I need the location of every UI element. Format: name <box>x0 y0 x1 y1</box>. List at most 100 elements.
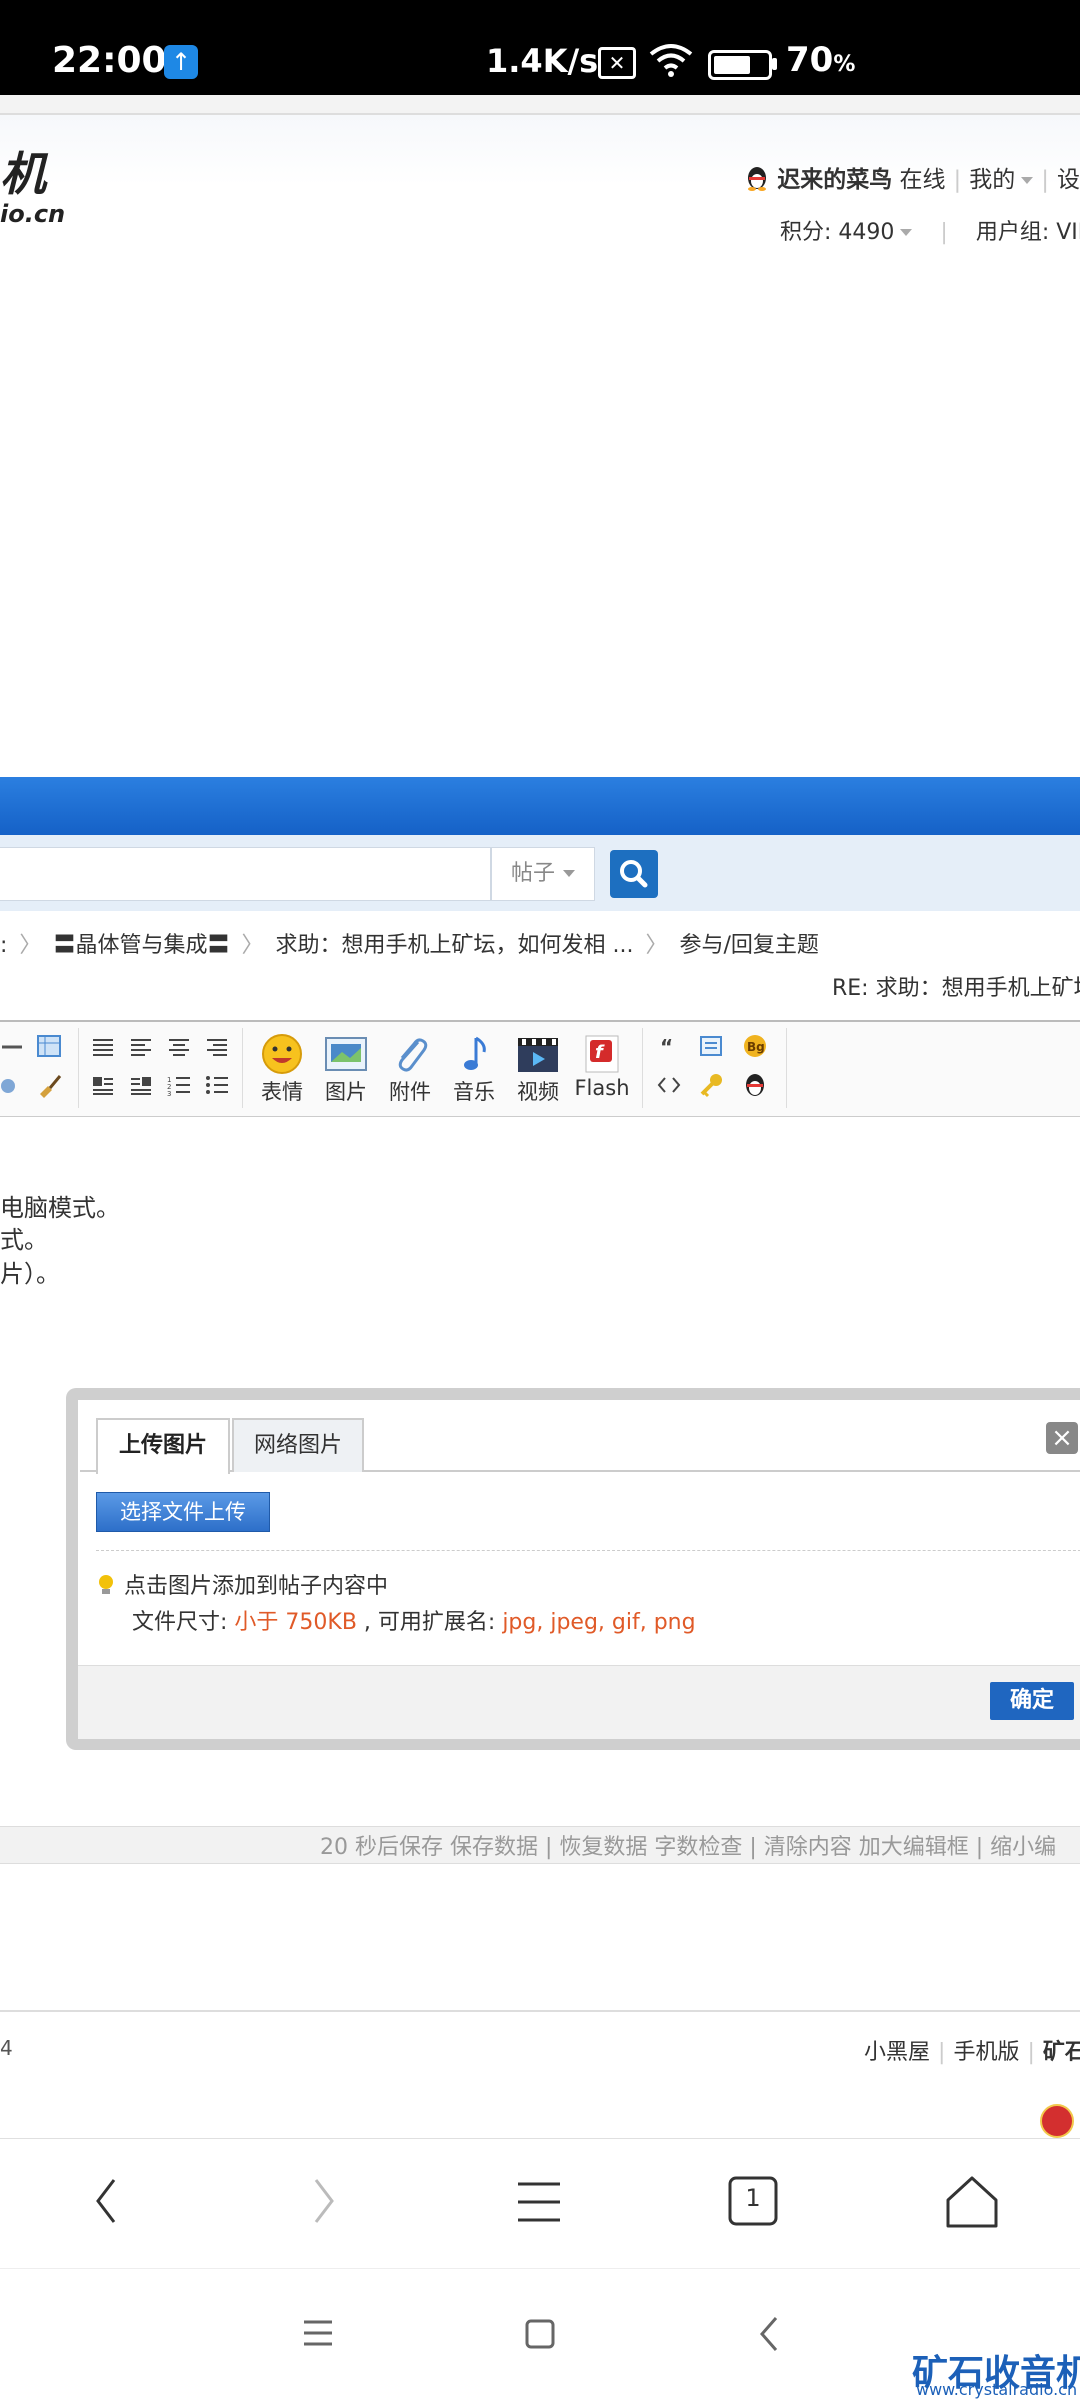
footer-links: 小黑屋 | 手机版 | 矿石 <box>864 2034 1080 2066</box>
flash-icon: f <box>572 1032 632 1076</box>
tab-upload-image[interactable]: 上传图片 <box>96 1418 230 1474</box>
image-button[interactable]: 图片 <box>316 1032 376 1106</box>
video-label: 视频 <box>517 1080 559 1104</box>
system-back-icon[interactable] <box>756 2314 780 2358</box>
attachment-button[interactable]: 附件 <box>380 1032 440 1106</box>
site-logo-domain: io.cn <box>0 200 66 228</box>
settings-gear-icon[interactable] <box>0 1074 26 1102</box>
clock: 22:00 <box>52 40 167 81</box>
align-justify-icon[interactable] <box>90 1036 116 1062</box>
breadcrumb: : 〉〓晶体管与集成〓〉求助：想用手机上矿坛，如何发相 ... 〉参与/回复主题 <box>0 927 819 959</box>
ordered-list-icon[interactable]: 123 <box>166 1074 192 1100</box>
my-menu[interactable]: 我的 <box>969 167 1015 193</box>
hr-icon[interactable] <box>0 1036 26 1062</box>
flash-button[interactable]: f Flash <box>572 1032 632 1100</box>
align-right-icon[interactable] <box>204 1036 230 1062</box>
music-label: 音乐 <box>453 1080 495 1104</box>
menu-icon[interactable] <box>516 2180 562 2228</box>
size-label: 文件尺寸: <box>132 1610 235 1635</box>
divider <box>96 1550 1080 1551</box>
emoji-button[interactable]: 表情 <box>252 1032 312 1106</box>
choose-file-upload-button[interactable]: 选择文件上传 <box>96 1492 270 1532</box>
hide-content-key-icon[interactable] <box>698 1072 726 1102</box>
settings-link[interactable]: 设 <box>1057 167 1080 193</box>
attachment-label: 附件 <box>389 1080 431 1104</box>
battery-icon <box>708 50 772 80</box>
chevron-down-icon <box>1021 177 1034 184</box>
main-nav-bar <box>0 777 1080 835</box>
search-input[interactable] <box>0 847 491 901</box>
emoji-label: 表情 <box>261 1080 303 1104</box>
search-button[interactable] <box>610 850 658 898</box>
free-block-icon[interactable] <box>698 1034 724 1062</box>
align-left-icon[interactable] <box>128 1036 154 1062</box>
top-band <box>0 95 1080 115</box>
footer-brand[interactable]: 矿石 <box>1043 2040 1080 2065</box>
usergroup-link[interactable]: 用户组: VIP会 <box>976 220 1080 245</box>
forward-icon[interactable] <box>308 2176 338 2230</box>
wifi-icon <box>648 42 694 87</box>
svg-text:3: 3 <box>167 1090 171 1096</box>
editor-text-line[interactable]: 片）。 <box>0 1254 60 1289</box>
image-label: 图片 <box>325 1080 367 1104</box>
editor-text-line[interactable]: 电脑模式。 <box>0 1188 120 1223</box>
svg-text:Bg: Bg <box>747 1040 765 1054</box>
size-value: 小于 750KB <box>234 1610 357 1635</box>
tabs-button[interactable]: 1 <box>728 2176 778 2226</box>
table-icon[interactable] <box>36 1034 62 1062</box>
status-bar: 22:00 ↑ 1.4K/s ✕ 70% <box>0 0 1080 95</box>
recents-menu-icon[interactable] <box>302 2318 334 2352</box>
tab-count: 1 <box>745 2184 761 2212</box>
network-speed: 1.4K/s <box>486 42 599 80</box>
editor-text-line[interactable]: 式。 <box>0 1220 48 1255</box>
confirm-button[interactable]: 确定 <box>990 1682 1074 1720</box>
upload-arrow-icon: ↑ <box>164 45 198 79</box>
username-link[interactable]: 迟来的菜鸟 <box>777 167 892 193</box>
breadcrumb-thread[interactable]: 求助：想用手机上矿坛，如何发相 ... <box>275 933 633 958</box>
chevron-down-icon <box>563 870 575 877</box>
breadcrumb-item[interactable]: : <box>0 933 7 958</box>
qq-penguin-icon <box>743 163 771 191</box>
background-color-icon[interactable]: Bg <box>742 1034 768 1062</box>
search-type-select[interactable]: 帖子 <box>491 847 595 901</box>
tab-network-image[interactable]: 网络图片 <box>232 1418 364 1472</box>
unordered-list-icon[interactable] <box>204 1074 230 1100</box>
smiley-icon <box>252 1032 312 1076</box>
site-logo[interactable]: 机 <box>0 138 46 204</box>
online-status[interactable]: 在线 <box>900 167 946 193</box>
footer-link-blacklist[interactable]: 小黑屋 <box>864 2040 930 2065</box>
paperclip-icon <box>380 1032 440 1076</box>
upload-tip-text: 点击图片添加到帖子内容中 <box>124 1574 389 1599</box>
editor-actions[interactable]: 20 秒后保存 保存数据 | 恢复数据 字数检查 | 清除内容 加大编辑框 | … <box>320 1829 1056 1861</box>
quote-icon[interactable]: “ <box>656 1035 682 1062</box>
back-icon[interactable] <box>92 2176 122 2230</box>
no-sim-icon: ✕ <box>598 47 636 79</box>
footer-link-mobile[interactable]: 手机版 <box>953 2040 1019 2065</box>
user-bar: 迟来的菜鸟 在线 | 我的 | 设 <box>743 160 1080 194</box>
video-button[interactable]: 视频 <box>508 1032 568 1106</box>
footer-text: 4 <box>0 2036 13 2060</box>
clapperboard-icon <box>508 1032 568 1076</box>
police-badge-icon[interactable] <box>1040 2104 1074 2138</box>
reply-title: RE: 求助：想用手机上矿坛 <box>832 976 1080 1001</box>
float-left-icon[interactable] <box>90 1074 116 1100</box>
chevron-right-icon: 〉 <box>241 933 264 958</box>
align-center-icon[interactable] <box>166 1036 192 1062</box>
divider: | <box>938 2040 946 2065</box>
float-right-icon[interactable] <box>128 1074 154 1100</box>
toolbar-divider <box>786 1028 787 1108</box>
code-icon[interactable] <box>656 1074 682 1100</box>
ext-label: , 可用扩展名: <box>356 1610 503 1635</box>
clear-format-brush-icon[interactable] <box>36 1072 62 1102</box>
home-square-icon[interactable] <box>524 2318 556 2354</box>
home-icon[interactable] <box>944 2174 1000 2234</box>
breadcrumb-forum[interactable]: 〓晶体管与集成〓 <box>53 933 229 958</box>
battery-percent: 70% <box>786 40 856 80</box>
divider: | <box>1041 167 1049 193</box>
divider: | <box>953 167 962 193</box>
music-button[interactable]: 音乐 <box>444 1032 504 1106</box>
score-link[interactable]: 积分: 4490 <box>780 220 894 245</box>
qq-penguin-icon[interactable] <box>742 1072 768 1102</box>
watermark-url: www.crystalradio.cn <box>916 2380 1078 2399</box>
close-icon[interactable]: × <box>1046 1422 1078 1454</box>
